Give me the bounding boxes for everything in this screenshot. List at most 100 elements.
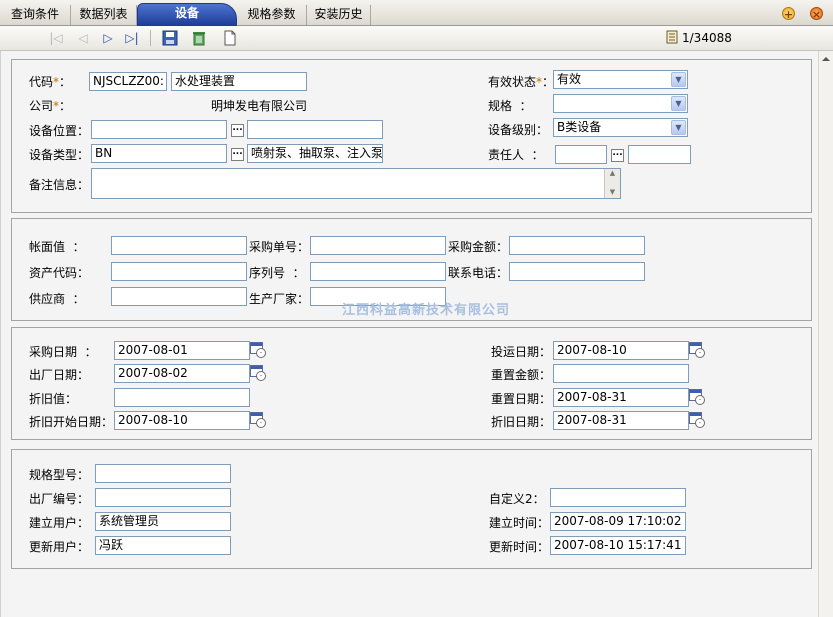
close-window-icon[interactable]: × (810, 7, 823, 21)
updater-label: 更新用户： (29, 540, 90, 554)
commission-date-input[interactable]: 2007-08-10 (553, 341, 689, 360)
new-document-icon[interactable] (222, 30, 238, 46)
serial-input[interactable] (310, 262, 446, 281)
updater-input[interactable]: 冯跃 (95, 536, 231, 555)
form-area: 代码*： NJSCLZZ00: 水处理装置 有效状态*： 有效 ▼ 公司*： 明坤… (0, 51, 818, 617)
location-lookup-icon[interactable]: ... (231, 124, 244, 137)
owner-label: 责任人 ： (488, 148, 544, 162)
level-select[interactable]: B类设备 ▼ (553, 118, 688, 137)
tab-data-list[interactable]: 数据列表 (71, 5, 137, 25)
custom2-label: 自定义2： (489, 492, 545, 506)
code-input[interactable]: NJSCLZZ00: (89, 72, 167, 91)
company-value: 明坤发电有限公司 (211, 99, 308, 113)
reset-date-input[interactable]: 2007-08-31 (553, 388, 689, 407)
toolbar-divider (150, 30, 151, 46)
location-name-input[interactable] (247, 120, 383, 139)
owner-lookup-icon[interactable]: ... (611, 149, 624, 162)
code-label: 代码*： (29, 75, 72, 89)
status-label: 有效状态*： (488, 75, 555, 89)
remark-label: 备注信息： (29, 178, 90, 192)
serial-label: 序列号 ： (249, 266, 305, 280)
purchase-date-label: 采购日期 ： (29, 345, 97, 359)
asset-code-label: 资产代码： (29, 266, 90, 280)
tab-install-history[interactable]: 安装历史 (307, 5, 371, 25)
creator-label: 建立用户： (29, 516, 90, 530)
type-name-input[interactable]: 喷射泵、抽取泵、注入泵 (247, 144, 383, 163)
commission-date-label: 投运日期： (491, 345, 552, 359)
company-label: 公司*： (29, 99, 72, 113)
record-icon (664, 30, 680, 46)
reset-date-label: 重置日期： (491, 392, 552, 406)
supplier-label: 供应商 ： (29, 292, 85, 306)
calendar-icon[interactable]: · (250, 365, 266, 381)
reset-amount-label: 重置金额： (491, 368, 552, 382)
tab-bar: 查询条件 数据列表 设备 规格参数 安装历史 + × (0, 0, 833, 26)
asset-code-input[interactable] (111, 262, 247, 281)
calendar-icon[interactable]: · (250, 342, 266, 358)
add-window-icon[interactable]: + (782, 7, 795, 21)
tab-query[interactable]: 查询条件 (0, 5, 71, 25)
book-value-input[interactable] (111, 236, 247, 255)
chevron-down-icon: ▼ (671, 120, 686, 135)
level-label: 设备级别： (488, 123, 549, 137)
delete-icon[interactable] (191, 30, 207, 46)
dep-date-input[interactable]: 2007-08-31 (553, 411, 689, 430)
tab-equipment[interactable]: 设备 (137, 3, 237, 26)
meta-panel: 规格型号： 出厂编号： 自定义2： 建立用户： 系统管理员 建立时间： 2007… (11, 449, 812, 569)
depreciation-label: 折旧值： (29, 392, 78, 406)
calendar-icon[interactable]: · (689, 412, 705, 428)
dep-start-label: 折旧开始日期： (29, 415, 114, 429)
created-input[interactable]: 2007-08-09 17:10:02 (550, 512, 686, 531)
prev-record-icon[interactable]: ◁ (75, 30, 91, 46)
type-label: 设备类型： (29, 148, 90, 162)
factory-date-label: 出厂日期： (29, 368, 90, 382)
factory-date-input[interactable]: 2007-08-02 (114, 364, 250, 383)
factory-no-input[interactable] (95, 488, 231, 507)
supplier-input[interactable] (111, 287, 247, 306)
custom2-input[interactable] (550, 488, 686, 507)
owner-name-input[interactable] (628, 145, 691, 164)
po-amount-input[interactable] (509, 236, 645, 255)
code-name-input[interactable]: 水处理装置 (171, 72, 307, 91)
dates-panel: 采购日期 ： 2007-08-01 · 投运日期： 2007-08-10 · 出… (11, 327, 812, 440)
remark-textarea[interactable] (91, 168, 621, 199)
last-record-icon[interactable]: ▷| (124, 30, 140, 46)
calendar-icon[interactable]: · (689, 389, 705, 405)
calendar-icon[interactable]: · (250, 412, 266, 428)
depreciation-input[interactable] (114, 388, 250, 407)
status-select[interactable]: 有效 ▼ (553, 70, 688, 89)
remark-scrollbar[interactable]: ▲ ▼ (604, 169, 620, 198)
model-label: 规格型号： (29, 468, 90, 482)
po-no-label: 采购单号： (249, 240, 310, 254)
reset-amount-input[interactable] (553, 364, 689, 383)
owner-code-input[interactable] (555, 145, 607, 164)
save-icon[interactable] (162, 30, 178, 46)
scroll-up-icon[interactable] (822, 57, 830, 61)
purchase-date-input[interactable]: 2007-08-01 (114, 341, 250, 360)
po-no-input[interactable] (310, 236, 446, 255)
created-label: 建立时间： (489, 516, 550, 530)
vertical-scrollbar[interactable] (818, 51, 833, 617)
updated-label: 更新时间： (489, 540, 550, 554)
location-code-input[interactable] (91, 120, 227, 139)
spec-label: 规格 ： (488, 99, 532, 113)
book-value-label: 帐面值 ： (29, 240, 85, 254)
chevron-down-icon: ▼ (671, 72, 686, 87)
type-lookup-icon[interactable]: ... (231, 148, 244, 161)
chevron-down-icon: ▼ (671, 96, 686, 111)
model-input[interactable] (95, 464, 231, 483)
spec-select[interactable]: ▼ (553, 94, 688, 113)
creator-input[interactable]: 系统管理员 (95, 512, 231, 531)
po-amount-label: 采购金额： (448, 240, 509, 254)
next-record-icon[interactable]: ▷ (100, 30, 116, 46)
updated-input[interactable]: 2007-08-10 15:17:41 (550, 536, 686, 555)
basic-info-panel: 代码*： NJSCLZZ00: 水处理装置 有效状态*： 有效 ▼ 公司*： 明坤… (11, 59, 812, 213)
dep-start-input[interactable]: 2007-08-10 (114, 411, 250, 430)
phone-label: 联系电话： (448, 266, 509, 280)
type-code-input[interactable]: BN (91, 144, 227, 163)
tab-spec-params[interactable]: 规格参数 (237, 5, 307, 25)
company-watermark: 江西科益高新技术有限公司 (342, 303, 511, 318)
phone-input[interactable] (509, 262, 645, 281)
first-record-icon[interactable]: |◁ (48, 30, 64, 46)
calendar-icon[interactable]: · (689, 342, 705, 358)
